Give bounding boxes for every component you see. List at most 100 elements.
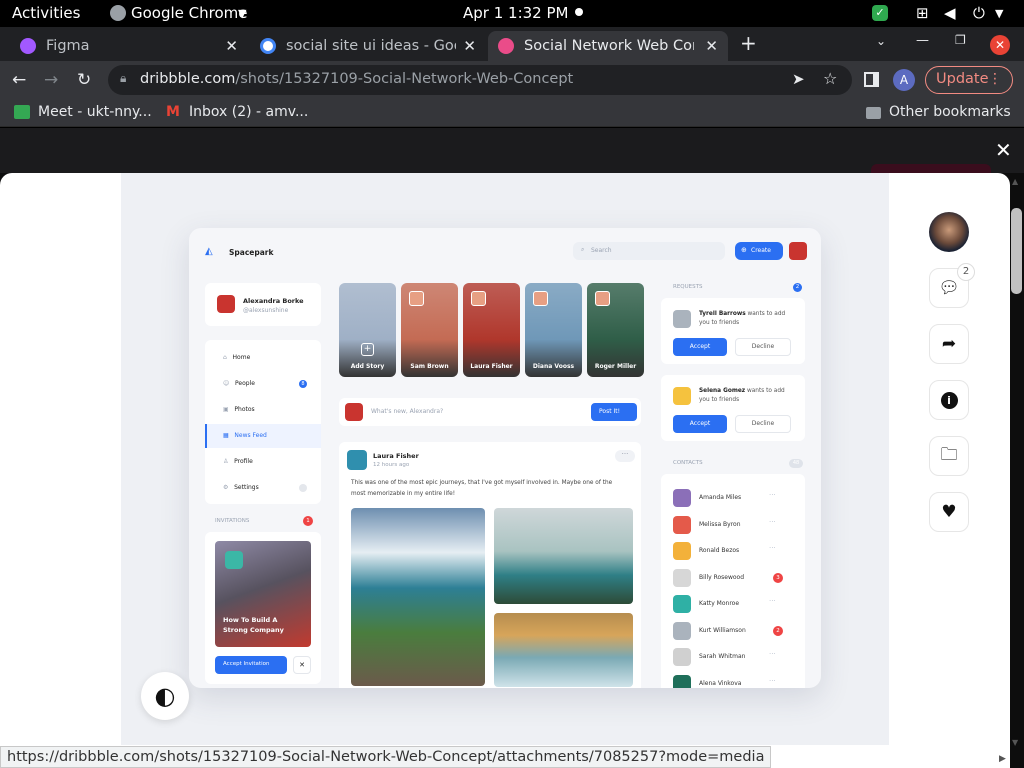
clock[interactable]: Apr 1 1:32 PM	[463, 4, 568, 22]
mock-story-3[interactable]: Diana Vooss	[525, 283, 582, 377]
mock-contact-row[interactable]: Kurt Williamson 2	[661, 621, 805, 641]
toolbar: ← → ↻ 🔒︎ dribbble.com/shots/15327109-Soc…	[0, 61, 1024, 99]
close-tab-icon[interactable]: ✕	[463, 37, 476, 55]
mock-story-avatar	[533, 291, 548, 306]
add-story-icon[interactable]: +	[361, 343, 374, 356]
forward-icon[interactable]: →	[44, 70, 58, 90]
mock-composer[interactable]: What's new, Alexandra? Post It!	[339, 398, 641, 426]
mock-contact-more-icon[interactable]: ···	[769, 544, 776, 552]
info-button[interactable]: i	[929, 380, 969, 420]
mock-composer-avatar	[345, 403, 363, 421]
mock-composer-placeholder: What's new, Alexandra?	[371, 408, 444, 415]
close-tab-icon[interactable]: ✕	[225, 37, 238, 55]
tab-google-search[interactable]: social site ui ideas - Googl ✕	[250, 31, 486, 61]
designer-avatar[interactable]	[929, 212, 969, 252]
tab-figma[interactable]: Figma ✕	[10, 31, 248, 61]
mock-create-button[interactable]: ⊕ Create	[735, 242, 783, 260]
mock-accept-button[interactable]: Accept	[673, 338, 727, 356]
mock-search-field[interactable]: ⌕ Search	[573, 242, 725, 260]
power-icon[interactable]: ⏻	[973, 4, 985, 22]
like-button[interactable]: ♥	[929, 492, 969, 532]
system-menu-caret-icon[interactable]: ▼	[995, 7, 1003, 20]
close-tab-icon[interactable]: ✕	[705, 37, 718, 55]
send-to-device-icon[interactable]: ➤	[792, 70, 805, 88]
scroll-up-icon[interactable]: ▲	[1012, 177, 1022, 186]
network-icon[interactable]: ⊞	[916, 4, 929, 22]
mock-menu-profile[interactable]: ♙ Profile	[223, 458, 253, 465]
mock-decline-button[interactable]: Decline	[735, 415, 791, 433]
heart-icon: ♥	[941, 502, 957, 522]
new-tab-icon[interactable]: +	[740, 31, 757, 55]
tab-dribbble[interactable]: Social Network Web Conc ✕	[488, 31, 728, 61]
mock-invitations-badge: 1	[303, 516, 313, 526]
more-menu-icon[interactable]: ⋮	[988, 71, 1002, 87]
restore-icon[interactable]: ❐	[955, 33, 966, 47]
mock-dismiss-icon[interactable]: ✕	[293, 656, 311, 674]
mock-contact-name: Melissa Byron	[699, 520, 741, 528]
mock-post-button[interactable]: Post It!	[591, 403, 637, 421]
mock-contact-row[interactable]: Amanda Miles ···	[661, 488, 805, 508]
mock-story-2[interactable]: Laura Fisher	[463, 283, 520, 377]
mock-menu-people[interactable]: ☺ People	[223, 380, 255, 387]
theme-toggle-icon[interactable]: ◐	[141, 672, 189, 720]
mock-contact-more-icon[interactable]: ···	[769, 491, 776, 499]
volume-icon[interactable]: ◀	[944, 4, 956, 22]
mock-accept-invitation-button[interactable]: Accept Invitation	[215, 656, 287, 674]
mock-contact-row[interactable]: Melissa Byron ···	[661, 515, 805, 535]
bookmark-star-icon[interactable]: ☆	[823, 69, 837, 88]
mock-story-4[interactable]: Roger Miller	[587, 283, 644, 377]
mock-post-time: 12 hours ago	[373, 462, 410, 468]
update-button[interactable]: Update ⋮	[925, 66, 1013, 94]
people-icon: ☺	[223, 380, 230, 387]
activities-button[interactable]: Activities	[12, 4, 80, 22]
mock-post-card: Laura Fisher 12 hours ago ··· This was o…	[339, 442, 641, 688]
mock-post-more-icon[interactable]: ···	[615, 450, 635, 462]
mock-contact-row[interactable]: Sarah Whitman ···	[661, 647, 805, 667]
app-menu-caret-icon: ▼	[238, 7, 247, 20]
save-to-collection-button[interactable]: 🗀︎	[929, 436, 969, 476]
mock-menu-news-feed[interactable]: ▦ News Feed	[223, 432, 267, 439]
tab-search-icon[interactable]: ⌄	[876, 34, 886, 48]
minimize-icon[interactable]: —	[916, 33, 929, 48]
profile-avatar[interactable]: A	[893, 69, 915, 91]
mock-contact-row[interactable]: Billy Rosewood 3	[661, 568, 805, 588]
check-status-icon[interactable]: ✓	[872, 5, 888, 21]
mock-contact-avatar	[673, 568, 691, 587]
mock-request-desc: wants to add	[747, 388, 785, 394]
mock-contact-row[interactable]: Ronald Bezos ···	[661, 541, 805, 561]
close-modal-icon[interactable]: ✕	[995, 138, 1012, 162]
folder-icon	[866, 107, 881, 119]
system-top-bar: Activities Google Chrome ▼ Apr 1 1:32 PM…	[0, 0, 1024, 27]
mock-accept-button[interactable]: Accept	[673, 415, 727, 433]
scroll-right-icon[interactable]: ▶	[999, 754, 1006, 764]
mock-menu-photos[interactable]: ▣ Photos	[223, 406, 255, 413]
mock-menu-settings[interactable]: ⚙ Settings	[223, 484, 259, 491]
lock-icon[interactable]: 🔒︎	[120, 71, 126, 86]
other-bookmarks[interactable]: Other bookmarks	[889, 104, 1011, 120]
mock-contact-row[interactable]: Alena Vinkova ···	[661, 674, 805, 688]
mock-story-0[interactable]: + Add Story	[339, 283, 396, 377]
scroll-down-icon[interactable]: ▼	[1012, 738, 1018, 747]
mock-request-text: Tyrell Barrows wants to add	[699, 311, 785, 317]
mock-decline-button[interactable]: Decline	[735, 338, 791, 356]
bookmark-inbox[interactable]: Inbox (2) - amv...	[189, 104, 308, 120]
address-bar[interactable]: 🔒︎ dribbble.com/shots/15327109-Social-Ne…	[108, 65, 852, 95]
mock-user-avatar	[789, 242, 807, 260]
bookmark-meet[interactable]: Meet - ukt-nny...	[38, 104, 152, 120]
mock-contact-more-icon[interactable]: ···	[769, 677, 776, 685]
scrollbar-thumb[interactable]	[1011, 208, 1022, 294]
mock-contact-more-icon[interactable]: ···	[769, 597, 776, 605]
app-menu[interactable]: Google Chrome	[131, 4, 248, 22]
mock-contact-more-icon[interactable]: ···	[769, 518, 776, 526]
mock-contact-more-icon[interactable]: ···	[769, 650, 776, 658]
reload-icon[interactable]: ↻	[77, 70, 91, 90]
back-icon[interactable]: ←	[12, 70, 26, 90]
side-panel-icon[interactable]	[864, 72, 879, 87]
mock-menu-home[interactable]: ⌂ Home	[223, 354, 250, 361]
share-button[interactable]: ➦	[929, 324, 969, 364]
mock-contact-row[interactable]: Katty Monroe ···	[661, 594, 805, 614]
close-window-icon[interactable]: ✕	[990, 35, 1010, 55]
comment-count-badge: 2	[957, 263, 975, 281]
mock-story-1[interactable]: Sam Brown	[401, 283, 458, 377]
mock-contact-avatar	[673, 595, 691, 613]
